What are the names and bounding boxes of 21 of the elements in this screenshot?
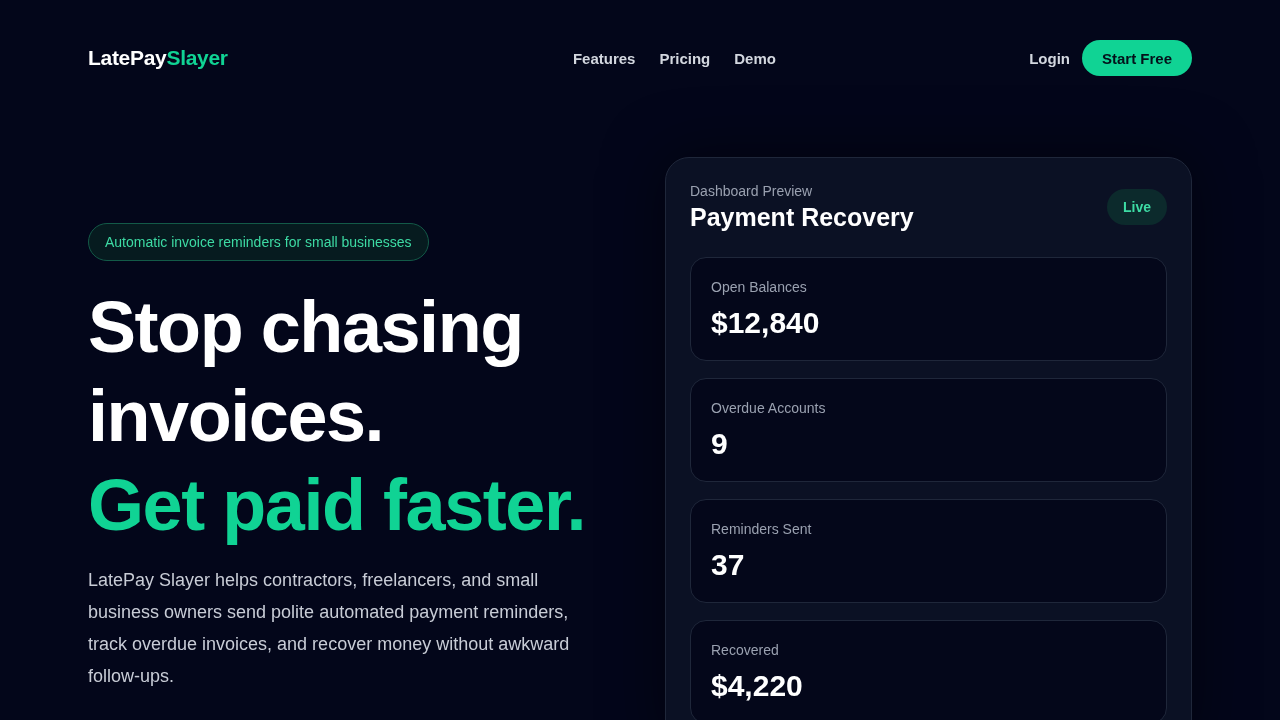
start-free-button[interactable]: Start Free	[1081, 40, 1192, 76]
headline-accent: Get paid faster.	[88, 464, 587, 547]
card-eyebrow: Dashboard Preview	[690, 182, 814, 201]
stat-value: 9	[711, 426, 729, 462]
nav-link[interactable]: Pricing	[659, 49, 711, 67]
stat-label: Recovered	[711, 641, 780, 660]
stat-value: $4,220	[711, 668, 804, 704]
stat-label: Open Balances	[711, 278, 808, 297]
status-badge: Live	[1107, 189, 1167, 225]
tagline-badge: Automatic invoice reminders for small businesses	[88, 223, 429, 261]
headline: Stop chasing invoices.	[88, 286, 524, 458]
stat-label: Overdue Accounts	[711, 399, 827, 418]
card-title: Payment Recovery	[690, 202, 914, 233]
description: LatePay Slayer helps contractors, freelancers, and small business owners send polite automated payment reminders, track overdue invoices, and recover money without awkward follow-ups.	[88, 569, 571, 688]
logo[interactable]: LatePaySlayer	[88, 46, 228, 70]
stat-label: Reminders Sent	[711, 520, 813, 539]
stat-value: 37	[711, 547, 746, 583]
nav-link[interactable]: Features	[572, 49, 636, 67]
stat-value: $12,840	[711, 305, 821, 341]
login-link[interactable]: Login	[1029, 49, 1070, 67]
nav-link[interactable]: Demo	[734, 49, 776, 67]
